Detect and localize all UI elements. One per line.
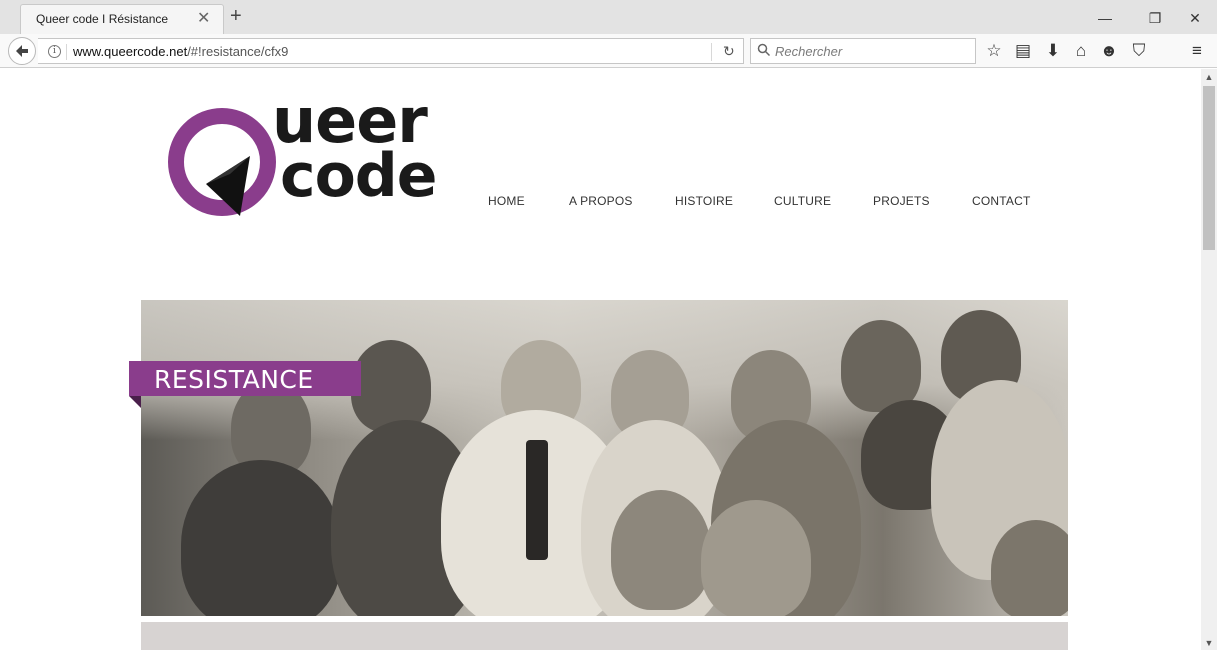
back-arrow-icon [16, 45, 28, 57]
search-bar[interactable]: Rechercher [750, 38, 976, 64]
scroll-thumb[interactable] [1203, 86, 1215, 250]
home-icon[interactable]: ⌂ [1070, 40, 1092, 62]
browser-tab[interactable]: Queer code I Résistance ✕ [20, 4, 224, 34]
hero-image [141, 300, 1068, 616]
back-button[interactable] [8, 37, 36, 65]
hero-banner-fold [129, 396, 141, 408]
menu-item-home[interactable]: HOME [488, 194, 525, 208]
photo-figure [991, 520, 1068, 616]
address-bar[interactable]: i www.queercode.net/#!resistance/cfx9 ↻ [38, 38, 744, 64]
menu-item-projets[interactable]: PROJETS [873, 194, 930, 208]
search-icon [757, 43, 771, 57]
search-placeholder: Rechercher [775, 44, 843, 59]
menu-item-contact[interactable]: CONTACT [972, 194, 1031, 208]
content-panel [141, 622, 1068, 650]
pocket-icon[interactable]: ⛉ [1128, 40, 1150, 62]
queer-q-logo-icon [168, 108, 276, 216]
reload-icon[interactable]: ↻ [723, 43, 735, 60]
star-icon[interactable]: ☆ [983, 40, 1005, 62]
tab-strip: Queer code I Résistance ✕ + — ❐ ✕ [0, 0, 1217, 34]
photo-tie [526, 440, 548, 560]
download-icon[interactable]: ⬇ [1042, 40, 1064, 62]
url-text: www.queercode.net/#!resistance/cfx9 [73, 44, 288, 59]
photo-figure [351, 340, 431, 432]
url-path: /#!resistance/cfx9 [187, 44, 289, 59]
menu-item-histoire[interactable]: HISTOIRE [675, 194, 733, 208]
close-tab-icon[interactable]: ✕ [197, 10, 210, 27]
logo-text-code: code [280, 141, 437, 211]
navigation-bar: i www.queercode.net/#!resistance/cfx9 ↻ … [0, 34, 1217, 68]
photo-figure [701, 500, 811, 616]
photo-figure [841, 320, 921, 412]
site-info-icon[interactable]: i [48, 45, 61, 58]
minimize-icon[interactable]: — [1095, 8, 1115, 28]
site-logo[interactable]: ueer code [168, 90, 453, 222]
restore-icon[interactable]: ❐ [1145, 8, 1165, 28]
close-window-icon[interactable]: ✕ [1185, 8, 1205, 28]
url-domain: www.queercode.net [73, 44, 188, 59]
photo-figure [611, 490, 711, 610]
scroll-down-icon[interactable]: ▼ [1201, 636, 1217, 650]
new-tab-icon[interactable]: + [230, 6, 242, 26]
tab-title: Queer code I Résistance [36, 12, 169, 26]
menu-item-a-propos[interactable]: A PROPOS [569, 194, 633, 208]
menu-item-culture[interactable]: CULTURE [774, 194, 831, 208]
menu-icon[interactable]: ≡ [1186, 40, 1208, 62]
scroll-up-icon[interactable]: ▲ [1201, 70, 1217, 84]
photo-figure [181, 460, 341, 616]
chat-icon[interactable]: ☻ [1098, 40, 1120, 62]
hero-title: RESISTANCE [154, 365, 314, 394]
reading-list-icon[interactable]: ▤ [1012, 40, 1034, 62]
